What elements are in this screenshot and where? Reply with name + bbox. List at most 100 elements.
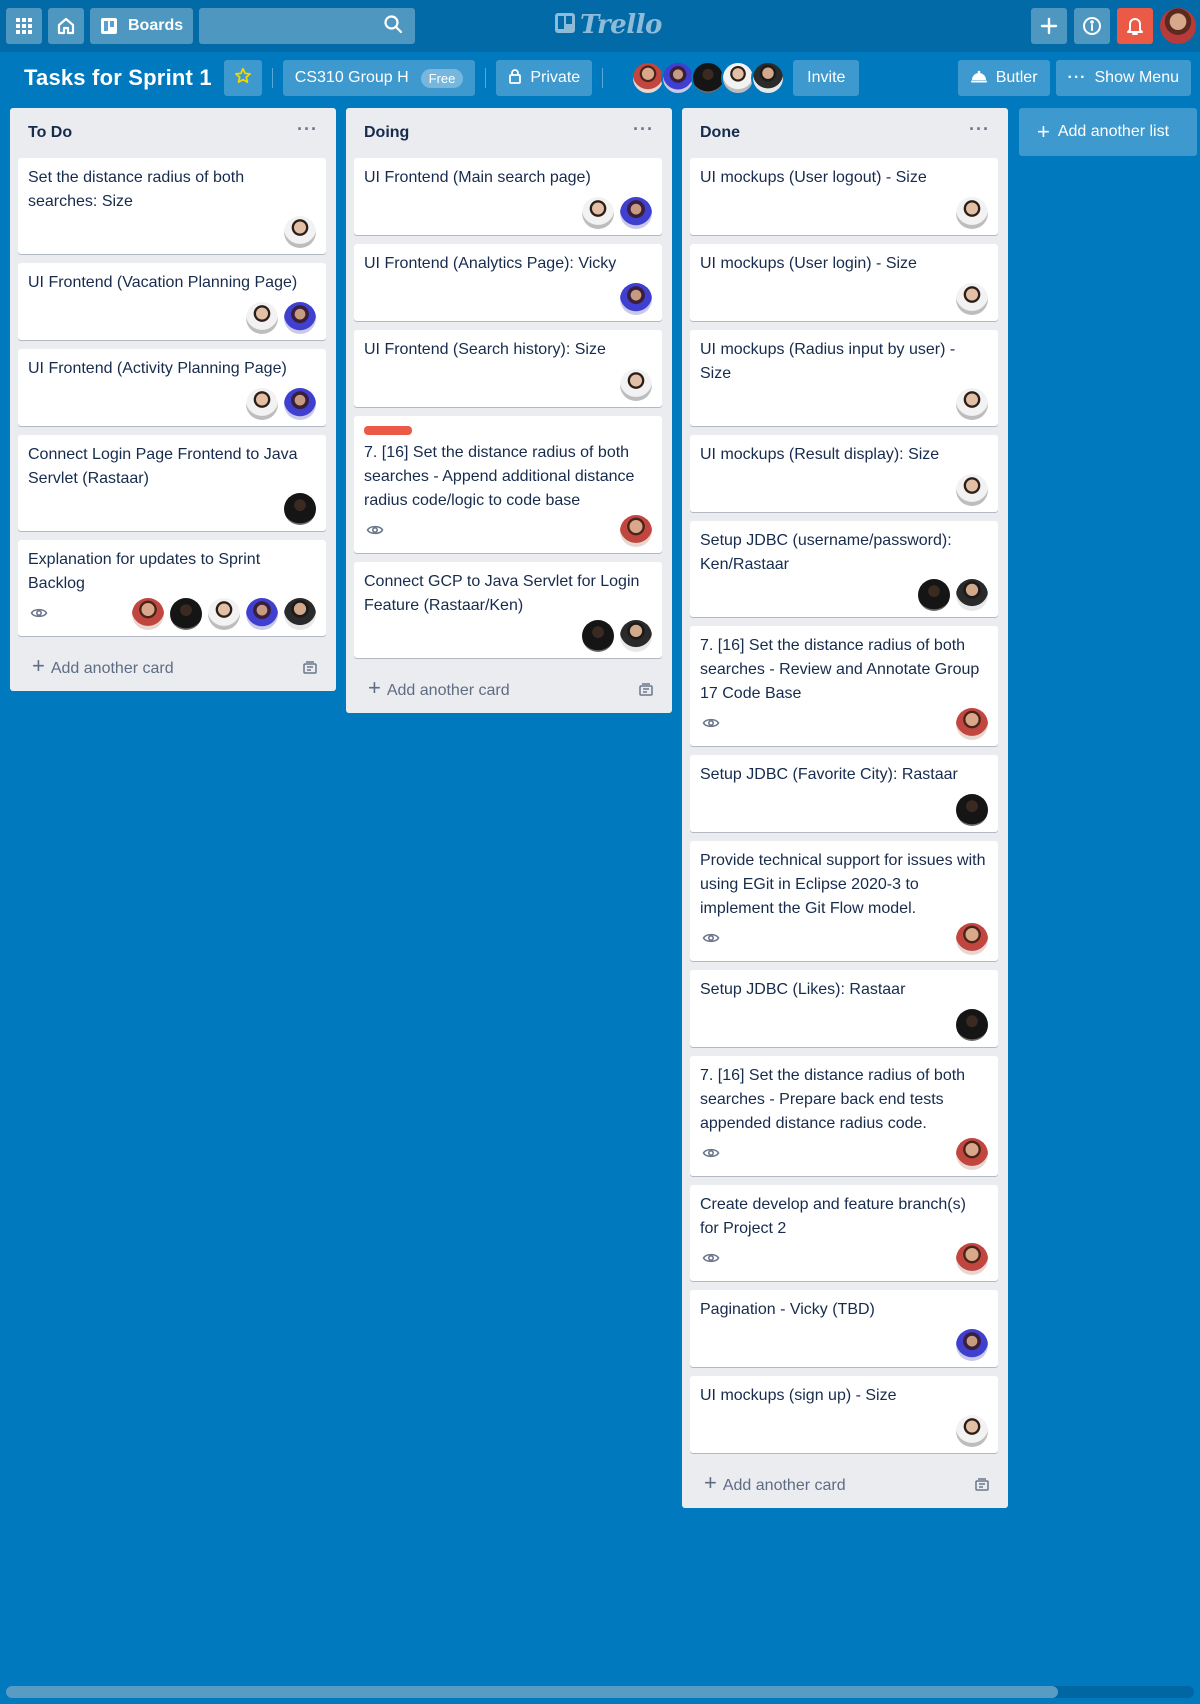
card[interactable]: UI mockups (User logout) - Size (690, 158, 998, 235)
list-actions-button[interactable]: ··· (633, 119, 654, 140)
star-icon (234, 67, 252, 90)
trello-logo[interactable]: Trello (554, 10, 662, 40)
invite-button[interactable]: Invite (793, 60, 860, 96)
member-avatar[interactable] (284, 493, 316, 525)
member-avatar[interactable] (246, 302, 278, 334)
visibility-button[interactable]: Private (496, 60, 593, 96)
search-box[interactable] (174, 8, 416, 44)
card-label-red[interactable] (364, 426, 412, 435)
member-avatar[interactable] (956, 1329, 988, 1361)
member-avatar[interactable] (284, 598, 316, 630)
card[interactable]: UI mockups (sign up) - Size (690, 1376, 998, 1453)
add-card-button[interactable]: + Add another card (18, 645, 326, 691)
card[interactable]: Connect Login Page Frontend to Java Serv… (18, 435, 326, 531)
member-avatar[interactable] (582, 620, 614, 652)
member-avatar[interactable] (170, 598, 202, 630)
card[interactable]: Provide technical support for issues wit… (690, 841, 998, 961)
home-button[interactable] (48, 8, 84, 44)
card[interactable]: UI mockups (User login) - Size (690, 244, 998, 321)
member-avatar[interactable] (956, 1415, 988, 1447)
member-avatar[interactable] (956, 579, 988, 611)
member-avatar[interactable] (620, 515, 652, 547)
card[interactable]: UI Frontend (Search history): Size (354, 330, 662, 407)
member-avatar[interactable] (284, 216, 316, 248)
add-card-button[interactable]: + Add another card (690, 1462, 998, 1508)
member-avatar[interactable] (620, 283, 652, 315)
card[interactable]: Explanation for updates to Sprint Backlo… (18, 540, 326, 636)
card[interactable]: Create develop and feature branch(s) for… (690, 1185, 998, 1281)
card[interactable]: UI mockups (Radius input by user) - Size (690, 330, 998, 426)
card[interactable]: UI Frontend (Vacation Planning Page) (18, 263, 326, 340)
member-avatar[interactable] (631, 61, 666, 95)
member-avatar[interactable] (956, 794, 988, 826)
member-avatar[interactable] (620, 369, 652, 401)
notifications-button[interactable] (1117, 8, 1153, 44)
list-actions-button[interactable]: ··· (297, 119, 318, 140)
card[interactable]: Setup JDBC (Favorite City): Rastaar (690, 755, 998, 832)
member-avatar[interactable] (284, 302, 316, 334)
add-list-button[interactable]: + Add another list (1019, 108, 1197, 156)
member-avatar[interactable] (751, 61, 786, 95)
member-avatar[interactable] (956, 708, 988, 740)
member-avatar[interactable] (956, 197, 988, 229)
card[interactable]: Setup JDBC (Likes): Rastaar (690, 970, 998, 1047)
show-menu-button[interactable]: ··· Show Menu (1055, 60, 1191, 96)
card[interactable]: Pagination - Vicky (TBD) (690, 1290, 998, 1367)
member-avatar[interactable] (956, 388, 988, 420)
list-actions-button[interactable]: ··· (969, 119, 990, 140)
card-members (956, 283, 988, 315)
member-avatar[interactable] (246, 388, 278, 420)
card[interactable]: UI Frontend (Main search page) (354, 158, 662, 235)
card-template-icon[interactable] (638, 683, 654, 697)
plus-icon: + (704, 1470, 717, 1495)
horizontal-scrollbar[interactable] (6, 1686, 1194, 1698)
add-card-button[interactable]: + Add another card (354, 667, 662, 713)
member-avatar[interactable] (661, 61, 696, 95)
member-avatar[interactable] (620, 620, 652, 652)
member-avatar[interactable] (691, 61, 726, 95)
butler-button[interactable]: Butler (957, 60, 1050, 96)
card[interactable]: UI Frontend (Analytics Page): Vicky (354, 244, 662, 321)
member-avatar[interactable] (246, 598, 278, 630)
scrollbar-thumb[interactable] (6, 1686, 1058, 1698)
card[interactable]: 7. [16] Set the distance radius of both … (690, 626, 998, 746)
card[interactable]: Setup JDBC (username/password): Ken/Rast… (690, 521, 998, 617)
card[interactable]: 7. [16] Set the distance radius of both … (690, 1056, 998, 1176)
add-card-composer[interactable]: + Add another card (704, 1472, 846, 1495)
card-badges (700, 1327, 988, 1361)
add-card-composer[interactable]: + Add another card (368, 677, 510, 700)
member-avatar[interactable] (284, 388, 316, 420)
member-avatar[interactable] (582, 197, 614, 229)
add-card-composer[interactable]: + Add another card (32, 655, 174, 678)
user-avatar[interactable] (1160, 8, 1196, 44)
star-board-button[interactable] (223, 60, 262, 96)
apps-switcher-button[interactable] (6, 8, 42, 44)
member-avatar[interactable] (956, 1009, 988, 1041)
card-template-icon[interactable] (974, 1478, 990, 1492)
team-button[interactable]: CS310 Group H Free (282, 60, 476, 96)
member-avatar[interactable] (956, 1138, 988, 1170)
card-template-icon[interactable] (302, 661, 318, 675)
member-avatar[interactable] (208, 598, 240, 630)
member-avatar[interactable] (956, 283, 988, 315)
member-avatar[interactable] (132, 598, 164, 630)
create-button[interactable] (1031, 8, 1067, 44)
member-avatar[interactable] (956, 1243, 988, 1275)
board-title[interactable]: Tasks for Sprint 1 (6, 65, 224, 91)
member-avatar[interactable] (918, 579, 950, 611)
information-button[interactable] (1074, 8, 1110, 44)
card[interactable]: UI Frontend (Activity Planning Page) (18, 349, 326, 426)
list-title[interactable]: To Do (28, 124, 72, 142)
member-avatar[interactable] (956, 923, 988, 955)
card-members (582, 197, 652, 229)
list-title[interactable]: Done (700, 124, 740, 142)
search-input[interactable] (174, 8, 384, 44)
member-avatar[interactable] (956, 474, 988, 506)
list-title[interactable]: Doing (364, 124, 409, 142)
member-avatar[interactable] (721, 61, 756, 95)
card[interactable]: 7. [16] Set the distance radius of both … (354, 416, 662, 553)
card[interactable]: Connect GCP to Java Servlet for Login Fe… (354, 562, 662, 658)
card[interactable]: UI mockups (Result display): Size (690, 435, 998, 512)
card[interactable]: Set the distance radius of both searches… (18, 158, 326, 254)
member-avatar[interactable] (620, 197, 652, 229)
